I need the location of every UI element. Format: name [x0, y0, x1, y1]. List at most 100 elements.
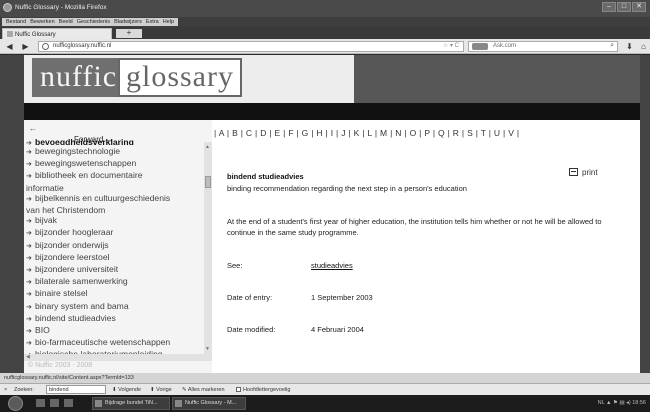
bookmark-star-icon[interactable]: ☆ ▾ C — [443, 42, 459, 49]
taskbar: Bijdrage bundel TiN... Nuffic Glossary -… — [0, 395, 650, 412]
term-list-item[interactable]: ➔ bijbelkennis en cultuurgeschiedenis — [26, 193, 170, 205]
term-list-item[interactable]: ➔ bewegingswetenschappen — [26, 158, 170, 170]
arrow-right-icon: ➔ — [26, 315, 32, 323]
entry-term: bindend studieadvies — [227, 172, 304, 181]
term-list-item[interactable]: ➔ bijzonder hoogleraar — [26, 227, 170, 239]
alphabet-separator: | — [473, 128, 481, 138]
match-case-checkbox[interactable]: Hoofdlettergevoelig — [236, 386, 290, 394]
menu-history[interactable]: Geschiedenis — [75, 18, 112, 26]
alphabet-separator: | — [293, 128, 302, 138]
term-label: van het Christendom — [26, 205, 106, 216]
print-label: print — [582, 168, 598, 177]
close-window-button[interactable]: ✕ — [632, 2, 646, 12]
alphabet-separator: | — [486, 128, 494, 138]
search-engine-icon[interactable] — [472, 43, 488, 50]
taskbar-item-firefox[interactable]: Nuffic Glossary - M... — [172, 397, 246, 410]
back-arrow-icon[interactable]: ◀ — [4, 41, 15, 52]
term-list-item[interactable]: ➔ bevoegdheidsverklaring — [26, 139, 170, 145]
menu-file[interactable]: Bestand — [4, 18, 28, 26]
term-list-item[interactable]: ➔ binary system and bama — [26, 301, 170, 313]
arrow-right-icon: ➔ — [26, 242, 32, 250]
status-url: nufficglossary.nuffic.nl/site/Content.as… — [0, 373, 650, 383]
maximize-button[interactable]: □ — [617, 2, 631, 12]
quicklaunch-icon[interactable] — [64, 399, 73, 407]
term-list-item[interactable]: van het Christendom — [26, 205, 170, 215]
menu-edit[interactable]: Bewerken — [28, 18, 56, 26]
alphabet-separator: | — [401, 128, 410, 138]
match-case-label: Hoofdlettergevoelig — [243, 387, 291, 393]
term-list-item[interactable]: ➔ bindend studieadvies — [26, 313, 170, 325]
firefox-icon — [175, 400, 182, 407]
new-tab-button[interactable]: + — [116, 29, 142, 38]
alphabet-separator: | — [224, 128, 233, 138]
see-link[interactable]: studieadvies — [311, 261, 353, 270]
entry-translation: binding recommendation regarding the nex… — [227, 184, 467, 193]
term-list-item[interactable]: ➔ bewegingstechnologie — [26, 146, 170, 158]
logo-nuffic[interactable]: nuffic — [32, 58, 126, 97]
term-list-item[interactable]: ➔ bio-farmaceutische wetenschappen — [26, 337, 170, 349]
url-input[interactable]: nufficglossary.nuffic.nl ☆ ▾ C — [38, 41, 464, 52]
home-icon[interactable]: ⌂ — [638, 41, 649, 52]
term-list-item[interactable]: ➔ bilaterale samenwerking — [26, 276, 170, 288]
term-label: binary system and bama — [35, 300, 129, 311]
menu-view[interactable]: Beeld — [57, 18, 75, 26]
window-title: Nuffic Glossary - Mozilla Firefox — [15, 4, 107, 11]
download-icon[interactable]: ⬇ — [624, 41, 635, 52]
scroll-thumb[interactable] — [205, 176, 211, 188]
checkbox-icon — [236, 387, 241, 392]
term-list-item[interactable]: ➔ binaire stelsel — [26, 288, 170, 300]
arrow-right-icon: ➔ — [26, 230, 32, 238]
scroll-down-icon[interactable]: ▼ — [205, 346, 210, 352]
menu-help[interactable]: Help — [161, 18, 176, 26]
arrow-right-icon: ➔ — [26, 279, 32, 287]
term-label: bijvak — [35, 215, 57, 226]
letter-link[interactable]: Q — [438, 128, 445, 138]
scroll-left-icon[interactable]: ◀ — [26, 354, 30, 360]
menu-bookmarks[interactable]: Bladwijzers — [112, 18, 144, 26]
tab-nuffic-glossary[interactable]: Nuffic Glossary — [2, 28, 112, 39]
start-button[interactable] — [8, 396, 23, 411]
quicklaunch-icon[interactable] — [36, 399, 45, 407]
term-list-item[interactable]: ➔ bijzondere leerstoel — [26, 252, 170, 264]
arrow-right-icon: ➔ — [26, 267, 32, 275]
taskbar-item-word[interactable]: Bijdrage bundel TiN... — [92, 397, 170, 410]
search-icon[interactable]: ⌕ — [610, 42, 614, 50]
site-header: nuffic glossary — [24, 55, 354, 103]
term-list-item[interactable]: ➔ BIO — [26, 325, 170, 337]
term-label: bio-farmaceutische wetenschappen — [35, 337, 171, 348]
find-next-button[interactable]: ⬇ Volgende — [112, 386, 141, 394]
term-list-item[interactable]: ➔ bijzondere universiteit — [26, 264, 170, 276]
sidebar-horizontal-scrollbar[interactable]: ◀ — [24, 354, 212, 361]
quicklaunch-icon[interactable] — [50, 399, 59, 407]
search-input[interactable]: Ask.com ⌕ — [468, 41, 618, 52]
sidebar-vertical-scrollbar[interactable]: ▲ ▼ — [204, 142, 212, 354]
back-link[interactable]: ← — [29, 124, 37, 133]
term-list-item[interactable]: ➔ bijvak — [26, 215, 170, 227]
find-input[interactable]: bindend — [46, 385, 106, 394]
print-button[interactable]: print — [569, 168, 598, 177]
term-label: bijzondere leerstoel — [35, 251, 110, 262]
term-sidebar: ← Forward → ➔ bevoegdheidsverklaring ➔ bewe… — [24, 120, 212, 373]
letter-link[interactable]: G — [302, 128, 309, 138]
date-modified-value: 4 Februari 2004 — [311, 325, 364, 334]
term-label: bijzonder onderwijs — [35, 239, 109, 250]
forward-arrow-icon[interactable]: ▶ — [20, 41, 31, 52]
arrow-right-icon: ➔ — [26, 149, 32, 156]
web-page: nuffic glossary ← Forward → ➔ bevoegdheid… — [0, 55, 650, 373]
scroll-up-icon[interactable]: ▲ — [205, 144, 210, 150]
navigation-toolbar: ◀ ▶ nufficglossary.nuffic.nl ☆ ▾ C Ask.c… — [0, 39, 650, 54]
search-placeholder: Ask.com — [493, 43, 517, 49]
system-tray: NL ▲ ⚑ ▤ ◂) 18:56 — [597, 400, 646, 406]
term-label: BIO — [35, 325, 50, 336]
header-divider — [24, 103, 640, 120]
find-previous-button[interactable]: ⬆ Vorige — [150, 386, 172, 394]
term-list-item[interactable]: informatie — [26, 183, 170, 193]
term-list-item[interactable]: ➔ bijzonder onderwijs — [26, 240, 170, 252]
header-banner — [354, 55, 640, 103]
menu-tools[interactable]: Extra — [144, 18, 161, 26]
logo-glossary[interactable]: glossary — [118, 58, 242, 97]
term-list-item[interactable]: ➔ bibliotheek en documentaire — [26, 170, 170, 182]
highlight-all-button[interactable]: ✎ Alles markeren — [182, 386, 225, 394]
close-find-icon[interactable]: × — [4, 386, 7, 394]
minimize-button[interactable]: – — [602, 2, 616, 12]
